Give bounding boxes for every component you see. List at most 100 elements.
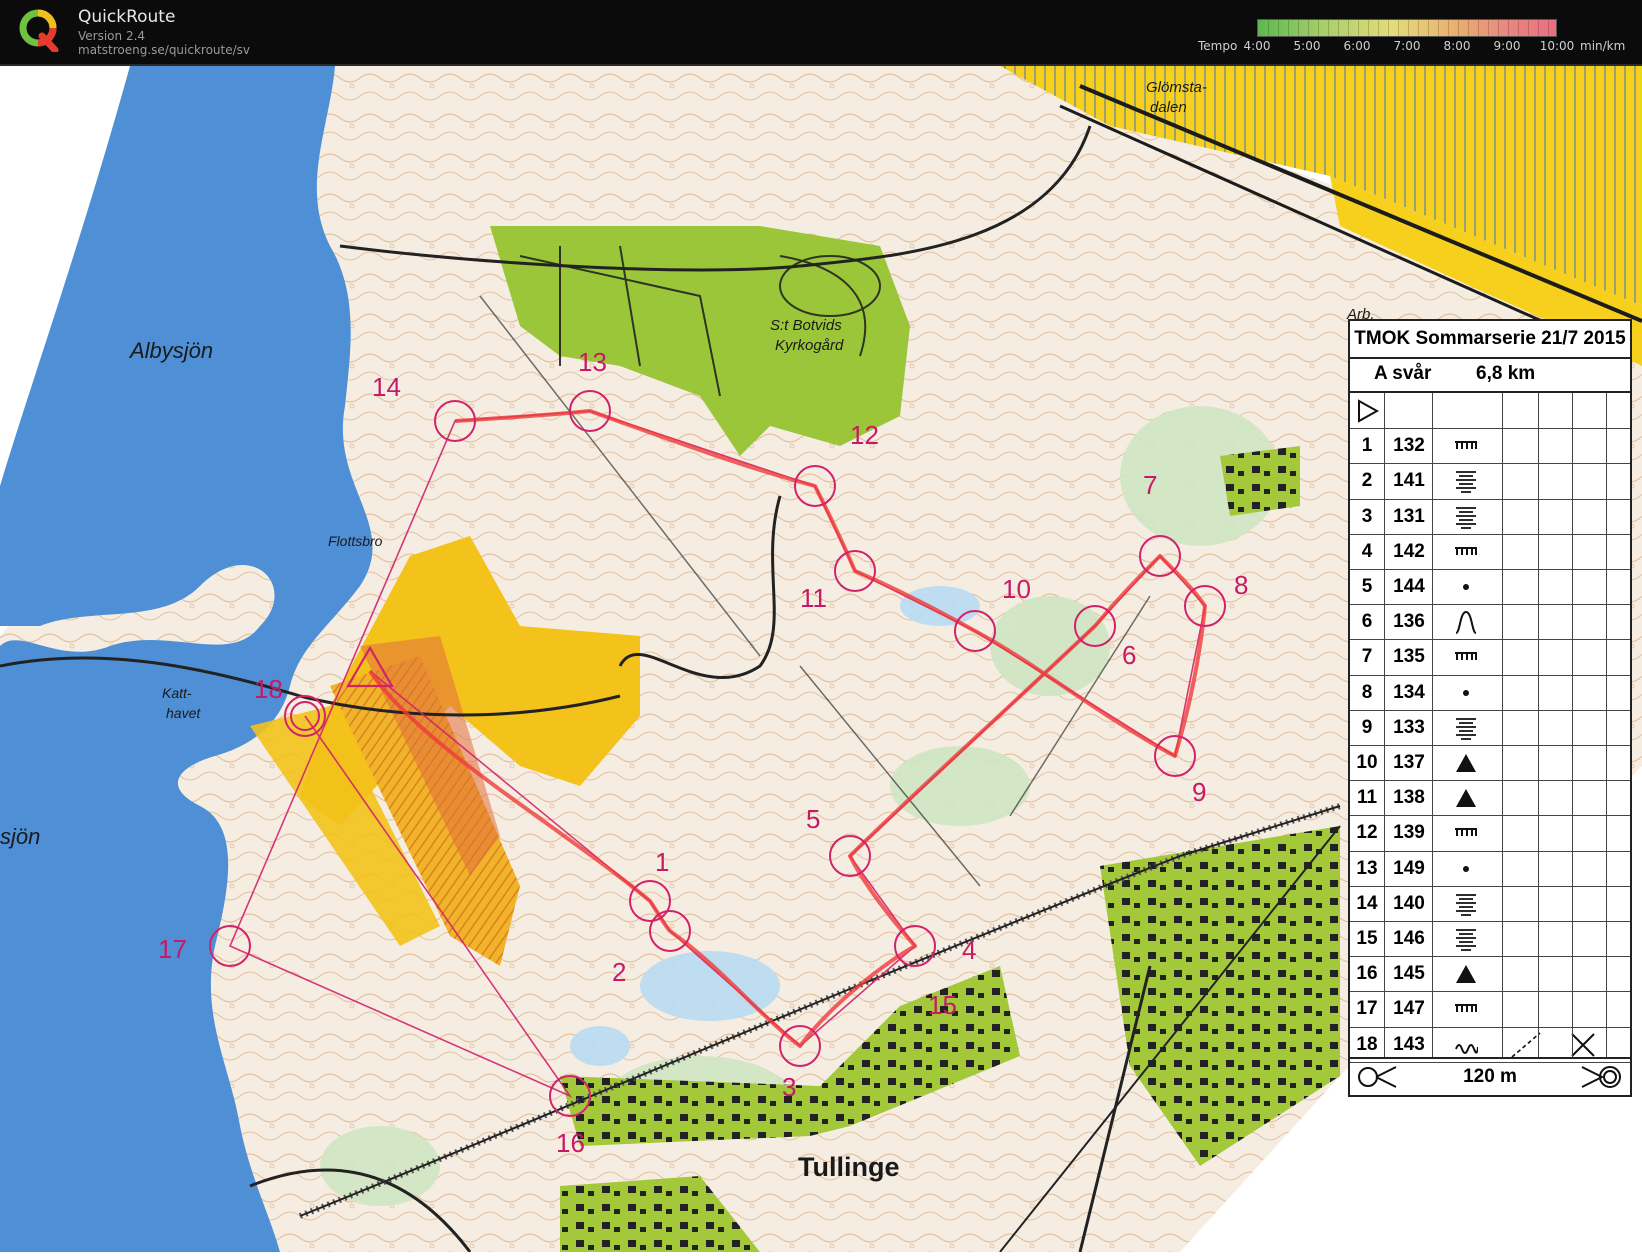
control-number: 14 — [1356, 892, 1378, 914]
wavy-icon — [1455, 1043, 1478, 1054]
control-row: 3 131 — [1350, 499, 1630, 535]
control-label: 5 — [806, 804, 820, 834]
tempo-label: Tempo — [1198, 39, 1238, 53]
place-name-katthavet: Katt- — [162, 685, 192, 701]
scale-tick — [1348, 20, 1349, 36]
place-name-glomstadalen: Glömsta- — [1146, 79, 1207, 96]
control-code: 140 — [1393, 892, 1425, 914]
control-code: 138 — [1393, 787, 1425, 809]
control-number: 7 — [1361, 646, 1373, 668]
tempo-value: 4:00 — [1243, 39, 1271, 53]
triangle-icon — [1456, 965, 1476, 984]
control-code: 146 — [1393, 928, 1425, 949]
place-name-kyrkogard: Kyrkogård — [775, 337, 844, 354]
control-number: 1 — [1361, 435, 1373, 457]
knoll-profile-icon — [1455, 611, 1477, 635]
stacked-lines-icon — [1456, 893, 1476, 916]
control-number: 9 — [1361, 716, 1373, 738]
grid-line — [1606, 393, 1607, 1059]
scale-tick — [1368, 20, 1369, 36]
control-row: 5 144 — [1350, 569, 1630, 606]
app-header: QuickRoute Version 2.4 matstroeng.se/qui… — [0, 0, 1642, 66]
control-code: 135 — [1393, 646, 1425, 668]
stacked-lines-icon — [1456, 506, 1476, 529]
stacked-lines-icon — [1456, 717, 1476, 740]
scale-tick — [1498, 20, 1499, 36]
triangle-icon — [1456, 789, 1476, 808]
control-number: 16 — [1356, 963, 1378, 985]
control-label: 16 — [556, 1128, 585, 1158]
dot-icon — [1463, 584, 1469, 590]
control-row: 7 135 — [1350, 639, 1630, 676]
finish-row: 120 m — [1350, 1057, 1630, 1095]
scale-tick — [1298, 20, 1299, 36]
control-code: 144 — [1393, 576, 1425, 597]
control-code: 145 — [1393, 963, 1425, 985]
crossing-icon — [1511, 1031, 1595, 1058]
control-row: 6 136 — [1350, 604, 1630, 641]
wall-ruined-icon — [1455, 546, 1477, 555]
scale-tick — [1288, 20, 1289, 36]
grid-line — [1572, 393, 1573, 1059]
stacked-lines-icon — [1456, 471, 1476, 494]
place-name-flottsbro: Flottsbro — [328, 533, 383, 549]
finish-circle-icon — [1581, 1066, 1621, 1088]
wall-ruined-icon — [1455, 441, 1477, 450]
scale-tick — [1538, 20, 1539, 36]
app-url[interactable]: matstroeng.se/quickroute/sv — [78, 43, 250, 57]
scale-tick — [1438, 20, 1439, 36]
control-label: 8 — [1234, 570, 1248, 600]
place-name-katthavet: havet — [166, 705, 201, 721]
scale-tick — [1488, 20, 1489, 36]
place-name-glomstadalen: dalen — [1150, 99, 1187, 116]
scale-tick — [1398, 20, 1399, 36]
control-code: 137 — [1393, 752, 1425, 773]
grid-line — [1432, 393, 1433, 1059]
scale-tick — [1308, 20, 1309, 36]
control-label: 3 — [782, 1072, 796, 1102]
control-label: 9 — [1192, 777, 1206, 807]
orienteering-map[interactable]: 1 2 3 4 5 6 7 8 9 10 11 12 13 14 15 16 1… — [0, 66, 1642, 1253]
control-number: 17 — [1356, 998, 1378, 1020]
control-label: 12 — [850, 420, 879, 450]
control-label: 10 — [1002, 574, 1031, 604]
scale-tick — [1358, 20, 1359, 36]
control-code: 147 — [1393, 998, 1425, 1020]
quickroute-logo — [19, 9, 59, 52]
start-triangle-icon — [1358, 399, 1380, 423]
control-label: 2 — [612, 957, 626, 987]
control-row: 8 134 — [1350, 675, 1630, 711]
scale-tick — [1378, 20, 1379, 36]
control-row: 17 147 — [1350, 991, 1630, 1028]
control-number: 6 — [1361, 611, 1373, 633]
control-code: 142 — [1393, 540, 1425, 562]
course-class: A svår — [1374, 363, 1432, 384]
scale-tick — [1338, 20, 1339, 36]
scale-tick — [1508, 20, 1509, 36]
scale-tick — [1278, 20, 1279, 36]
control-number: 15 — [1356, 928, 1378, 949]
dot-icon — [1463, 865, 1469, 872]
course-info: A svår 6,8 km — [1350, 357, 1630, 393]
control-label: 11 — [800, 583, 827, 613]
scale-tick — [1548, 20, 1549, 36]
scale-tick — [1428, 20, 1429, 36]
tempo-unit: min/km — [1580, 39, 1626, 53]
control-number: 13 — [1356, 857, 1378, 879]
tempo-value: 9:00 — [1493, 39, 1521, 53]
scale-tick — [1518, 20, 1519, 36]
control-number: 2 — [1361, 470, 1373, 492]
scale-tick — [1468, 20, 1469, 36]
control-description-card: TMOK Sommarserie 21/7 2015 A svår 6,8 km… — [1348, 319, 1632, 1097]
control-label: 17 — [158, 934, 187, 964]
control-label: 1 — [655, 847, 669, 877]
start-row — [1350, 393, 1630, 430]
control-label: 4 — [962, 935, 976, 965]
place-name-tullinge: Tullinge — [798, 1152, 900, 1182]
tempo-color-scale — [1257, 19, 1557, 37]
control-number: 5 — [1361, 576, 1373, 597]
control-number: 10 — [1356, 752, 1378, 773]
control-code: 134 — [1393, 681, 1425, 703]
wall-ruined-icon — [1455, 1004, 1477, 1013]
scale-tick — [1408, 20, 1409, 36]
